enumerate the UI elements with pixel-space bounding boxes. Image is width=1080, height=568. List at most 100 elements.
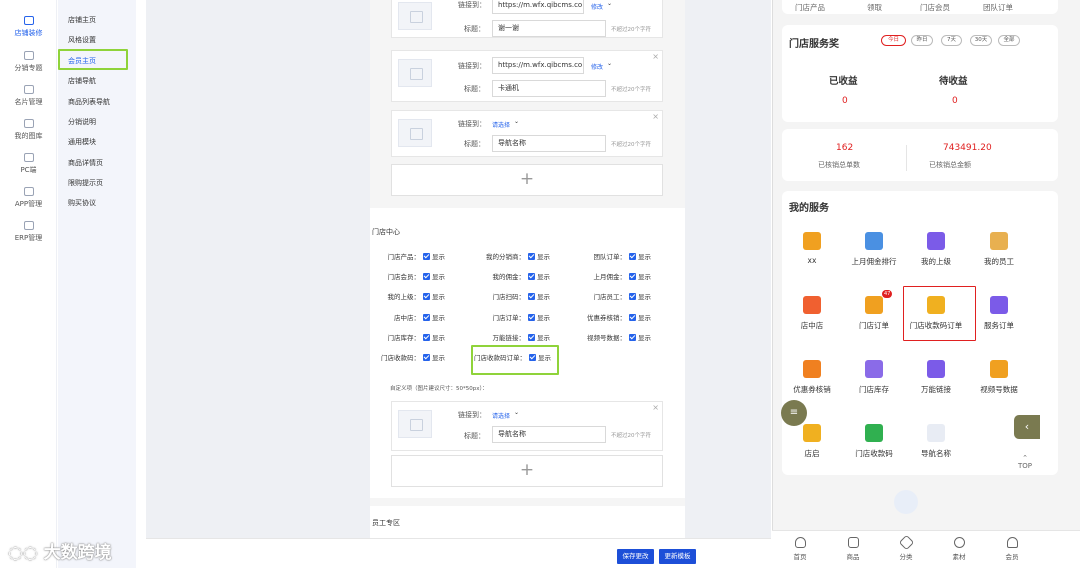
filter-today[interactable]: 今日 [881, 35, 906, 46]
save-button[interactable]: 保存更改 [617, 549, 654, 564]
service-item[interactable]: 优惠券核销 [782, 360, 842, 395]
checkbox[interactable] [423, 354, 430, 361]
checkbox[interactable] [629, 334, 636, 341]
nav-card-manage[interactable]: 名片管理 [0, 85, 57, 107]
service-item[interactable]: 视频号数据 [969, 360, 1029, 395]
image-placeholder[interactable] [398, 59, 432, 87]
url-field[interactable]: https://m.wfx.qibcms.co [492, 0, 584, 14]
add-item-button[interactable]: + [391, 455, 663, 487]
subnav-item[interactable]: 购买协议 [68, 198, 96, 208]
nav-pc[interactable]: PC端 [0, 153, 57, 175]
service-item[interactable]: 47 门店订单 [844, 290, 904, 331]
shortcut-label[interactable]: 门店会员 [920, 2, 950, 13]
tab-material[interactable]: 素材 [939, 537, 979, 561]
chevron-down-icon[interactable]: ⌄ [514, 409, 519, 416]
checkbox[interactable] [528, 334, 535, 341]
checkbox[interactable] [528, 253, 535, 260]
select-link[interactable]: 请选择 [492, 411, 510, 420]
filter-30days[interactable]: 30天 [970, 35, 992, 46]
image-placeholder[interactable] [398, 2, 432, 30]
back-to-top[interactable]: ⌃ TOP [1013, 454, 1037, 470]
option-label: 门店收款码： [381, 354, 420, 362]
title-input[interactable]: 导航名称 [492, 135, 606, 152]
subnav-item[interactable]: 店铺导航 [68, 76, 96, 86]
nav-gallery[interactable]: 我的图库 [0, 119, 57, 141]
subnav-item[interactable]: 通用模块 [68, 137, 96, 147]
shortcut-label[interactable]: 门店产品 [795, 2, 825, 13]
service-item[interactable]: 服务订单 [969, 296, 1029, 331]
nav-store-decoration[interactable]: 店铺装修 [0, 16, 57, 38]
update-template-button[interactable]: 更新模板 [659, 549, 696, 564]
nav-erp[interactable]: ERP管理 [0, 221, 57, 243]
search-list-icon[interactable]: ≡ [781, 400, 807, 426]
chevron-left-icon[interactable]: ‹ [1014, 415, 1040, 439]
watermark: ◌◌ 大数跨境 [8, 543, 112, 563]
service-item[interactable]: 上月佣金排行 [844, 232, 904, 267]
shortcut-label[interactable]: 团队订单 [983, 2, 1013, 13]
nav-app[interactable]: APP管理 [0, 187, 57, 209]
service-item[interactable]: 我的员工 [969, 232, 1029, 267]
close-icon[interactable]: × [652, 52, 659, 61]
checkbox[interactable] [629, 293, 636, 300]
service-item[interactable]: 门店收款码 [844, 424, 904, 459]
option-label: 团队订单： [593, 253, 627, 261]
service-item[interactable]: 店启 [782, 424, 842, 459]
checkbox[interactable] [423, 273, 430, 280]
pending-value: 0 [952, 96, 958, 106]
tab-products[interactable]: 商品 [833, 537, 873, 561]
service-item[interactable]: 我的上级 [906, 232, 966, 267]
tab-category[interactable]: 分类 [886, 534, 926, 561]
checkbox[interactable] [423, 334, 430, 341]
service-item[interactable]: 万能链接 [906, 360, 966, 395]
subnav-item[interactable]: 商品列表导航 [68, 97, 110, 107]
title-input[interactable]: 导航名称 [492, 426, 606, 443]
service-item[interactable]: xx [782, 232, 842, 265]
subnav-item[interactable]: 分销说明 [68, 117, 96, 127]
close-icon[interactable]: × [652, 403, 659, 412]
option-label: 上月佣金： [593, 273, 627, 281]
checkbox[interactable] [528, 273, 535, 280]
checkbox[interactable] [423, 314, 430, 321]
modify-link[interactable]: 修改 [591, 2, 603, 11]
image-placeholder[interactable] [398, 119, 432, 147]
shortcut-label[interactable]: 领取 [867, 2, 882, 13]
option-label: 门店订单： [492, 314, 526, 322]
checkbox[interactable] [528, 293, 535, 300]
chevron-down-icon[interactable]: ⌄ [607, 0, 612, 7]
nav-distribution[interactable]: 分销专题 [0, 51, 57, 73]
image-placeholder[interactable] [398, 410, 432, 438]
checkbox[interactable] [629, 253, 636, 260]
service-label: xx [807, 256, 817, 265]
filter-yesterday[interactable]: 昨日 [911, 35, 933, 46]
service-item[interactable]: 导航名称 [906, 424, 966, 459]
chevron-down-icon[interactable]: ⌄ [514, 118, 519, 125]
subnav-item[interactable]: 商品详情页 [68, 158, 103, 168]
service-item[interactable]: 店中店 [782, 296, 842, 331]
service-icon [803, 296, 821, 314]
subnav-item[interactable]: 风格设置 [68, 35, 96, 45]
chevron-down-icon[interactable]: ⌄ [607, 60, 612, 67]
subnav-item[interactable]: 店铺主页 [68, 15, 96, 25]
list-icon [847, 537, 859, 548]
tab-member[interactable]: 会员 [992, 537, 1032, 561]
award-title: 门店服务奖 [789, 39, 839, 50]
service-item[interactable]: 门店库存 [844, 360, 904, 395]
checkbox[interactable] [423, 253, 430, 260]
add-item-button[interactable]: + [391, 164, 663, 196]
title-input[interactable]: 谢一谢 [492, 20, 606, 37]
checkbox[interactable] [629, 273, 636, 280]
modify-link[interactable]: 修改 [591, 62, 603, 71]
custom-items-label: 自定义项（图片建议尺寸：50*50px）： [390, 386, 488, 392]
url-field[interactable]: https://m.wfx.qibcms.co [492, 57, 584, 74]
checkbox[interactable] [528, 314, 535, 321]
close-icon[interactable]: × [652, 112, 659, 121]
badge-icon [953, 537, 965, 548]
select-link[interactable]: 请选择 [492, 120, 510, 129]
checkbox[interactable] [423, 293, 430, 300]
checkbox[interactable] [629, 314, 636, 321]
filter-all[interactable]: 全部 [998, 35, 1020, 46]
filter-7days[interactable]: 7天 [941, 35, 962, 46]
tab-home[interactable]: 首页 [780, 537, 820, 561]
title-input[interactable]: 卡通机 [492, 80, 606, 97]
subnav-item[interactable]: 限购提示页 [68, 178, 103, 188]
